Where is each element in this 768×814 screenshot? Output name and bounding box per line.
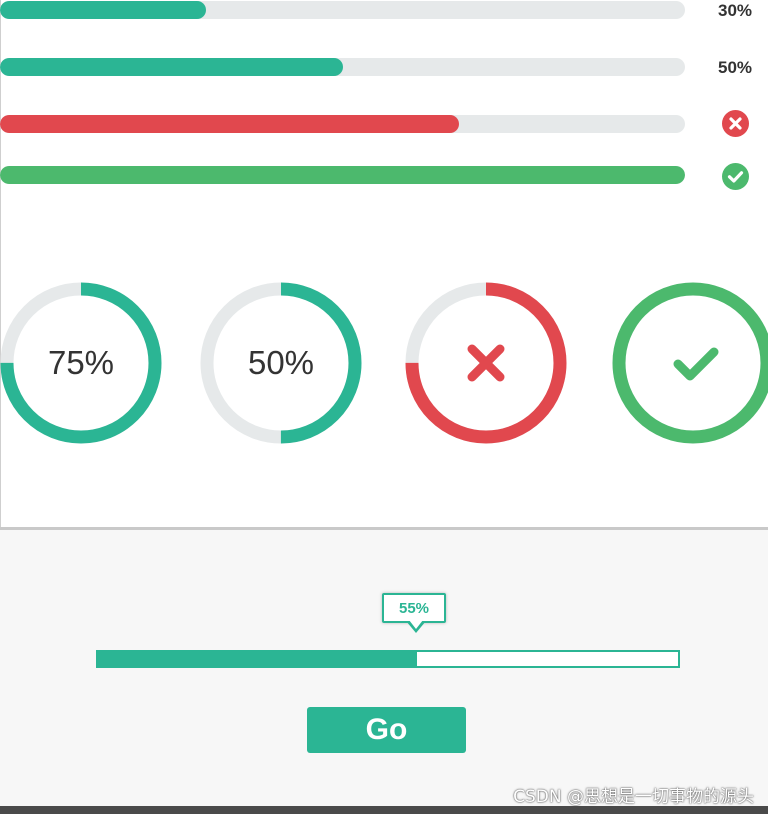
- slider-panel: [0, 527, 768, 810]
- circular-progress-2-label: 50%: [247, 344, 315, 381]
- circular-progress-4: [612, 282, 768, 444]
- progress-bar-3-fill: [0, 115, 459, 133]
- circular-progress-2: 50%: [200, 282, 362, 444]
- progress-bar-2-label: 50%: [718, 58, 753, 77]
- progress-bar-4: [0, 166, 685, 184]
- progress-bar-1: [0, 1, 685, 19]
- circular-progress-3: [405, 282, 567, 444]
- watermark: CSDN @思想是一切事物的源头: [513, 787, 754, 807]
- error-x-icon: [467, 344, 505, 382]
- progress-slider-fill: [98, 652, 417, 666]
- success-check-icon: [722, 163, 749, 190]
- success-check-icon: [673, 347, 719, 381]
- error-x-icon: [722, 110, 749, 137]
- tooltip-arrow-inner: [409, 620, 423, 629]
- progress-bar-1-fill: [0, 1, 206, 19]
- left-border: [0, 0, 1, 530]
- go-button[interactable]: Go: [307, 707, 466, 753]
- progress-bar-3: [0, 115, 685, 133]
- progress-bar-1-label: 30%: [718, 1, 753, 20]
- bottom-strip: [0, 806, 768, 814]
- progress-tooltip: 55%: [382, 593, 446, 623]
- circular-progress-1: 75%: [0, 282, 162, 444]
- circular-progress-1-label: 75%: [47, 344, 115, 381]
- progress-slider[interactable]: [96, 650, 680, 668]
- progress-bar-2: [0, 58, 685, 76]
- progress-bar-4-fill: [0, 166, 685, 184]
- progress-bar-2-fill: [0, 58, 343, 76]
